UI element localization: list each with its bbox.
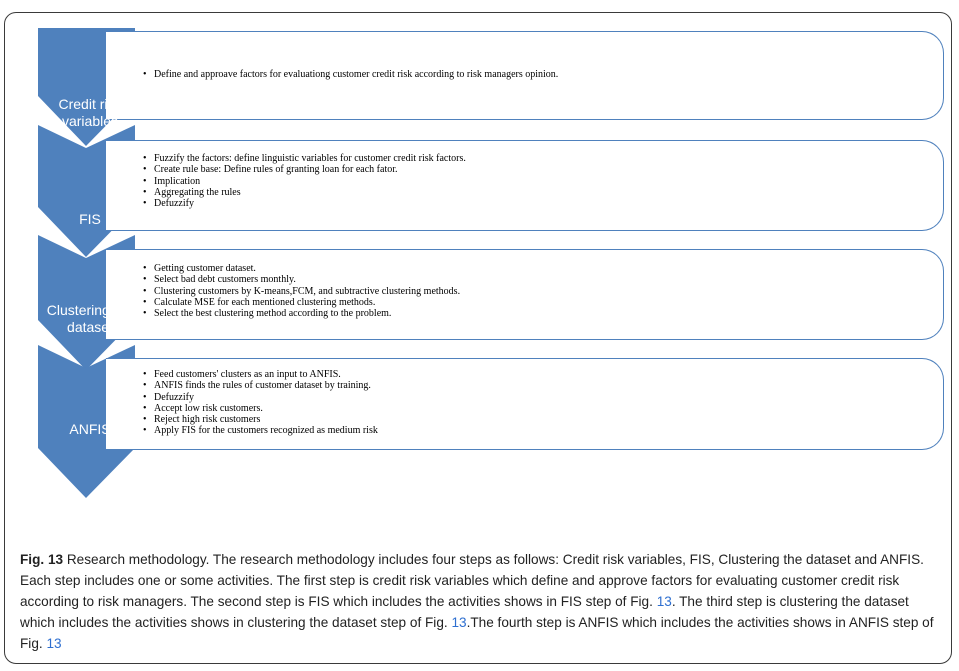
activity-item: Defuzzify (143, 198, 466, 210)
activity-item: Accept low risk customers. (143, 403, 378, 415)
figure-reference-link[interactable]: 13 (46, 636, 61, 651)
activity-item: Apply FIS for the customers recognized a… (143, 425, 378, 437)
activity-item: Implication (143, 176, 466, 188)
activity-item: Feed customers' clusters as an input to … (143, 369, 378, 381)
activity-item: Select the best clustering method accord… (143, 308, 460, 320)
activity-list-fis: Fuzzify the factors: define linguistic v… (143, 153, 466, 210)
activity-item: Select bad debt customers monthly. (143, 274, 460, 286)
activity-list-clustering-the-dataset: Getting customer dataset. Select bad deb… (143, 263, 460, 320)
figure-reference-link[interactable]: 13 (451, 615, 466, 630)
activity-item: Defuzzify (143, 392, 378, 404)
activity-list-anfis: Feed customers' clusters as an input to … (143, 369, 378, 437)
step-label-fis: FIS (79, 211, 101, 227)
step-label-clustering-the-dataset: Clustering the dataset (46, 302, 134, 335)
activity-item: Calculate MSE for each mentioned cluster… (143, 297, 460, 309)
step-label-credit-risk-variables: Credit risk variables (58, 96, 122, 129)
activity-item: Reject high risk customers (143, 414, 378, 426)
activity-list-credit-risk-variables: Define and approave factors for evaluati… (143, 69, 558, 81)
activity-item: Fuzzify the factors: define linguistic v… (143, 153, 466, 165)
activity-item: ANFIS finds the rules of customer datase… (143, 380, 378, 392)
figure-label: Fig. 13 (20, 552, 64, 567)
step-label-anfis: ANFIS (69, 421, 111, 437)
activity-item: Getting customer dataset. (143, 263, 460, 275)
activity-item: Create rule base: Define rules of granti… (143, 164, 466, 176)
figure-reference-link[interactable]: 13 (657, 594, 672, 609)
activity-item: Define and approave factors for evaluati… (143, 69, 558, 81)
figure-caption: Fig. 13 Research methodology. The resear… (20, 549, 940, 654)
activity-item: Aggregating the rules (143, 187, 466, 199)
activity-item: Clustering customers by K-means,FCM, and… (143, 286, 460, 298)
